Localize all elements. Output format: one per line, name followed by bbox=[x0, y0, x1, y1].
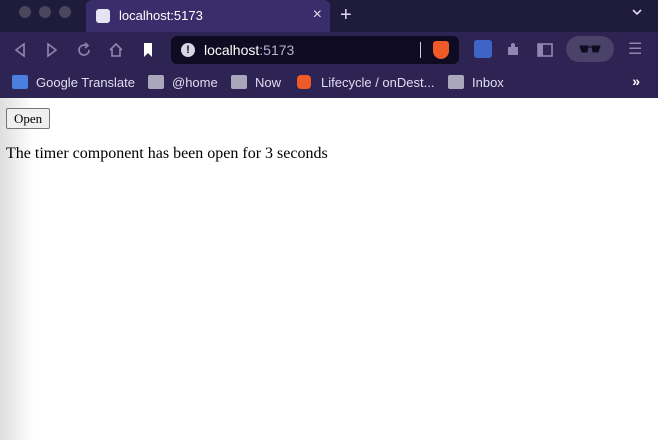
back-icon[interactable] bbox=[10, 40, 30, 60]
bookmark-label: Inbox bbox=[472, 75, 504, 90]
navigation-toolbar: ! localhost:5173 ☰ bbox=[0, 32, 658, 68]
bookmark-home-folder[interactable]: @home bbox=[148, 74, 218, 92]
active-tab[interactable]: localhost:5173 × bbox=[86, 0, 330, 32]
url-port: :5173 bbox=[259, 42, 295, 58]
menu-icon[interactable]: ☰ bbox=[628, 40, 642, 60]
open-button[interactable]: Open bbox=[6, 108, 51, 129]
sidebar-icon[interactable] bbox=[535, 40, 555, 60]
url-divider bbox=[420, 42, 421, 58]
folder-icon bbox=[148, 75, 164, 89]
bookmark-label: @home bbox=[172, 75, 218, 90]
close-window-button[interactable] bbox=[19, 6, 31, 18]
svelte-icon bbox=[96, 9, 110, 23]
close-tab-button[interactable]: × bbox=[313, 6, 322, 24]
tab-title: localhost:5173 bbox=[119, 8, 203, 23]
reload-icon[interactable] bbox=[74, 40, 94, 60]
new-tab-button[interactable]: + bbox=[340, 4, 352, 26]
address-bar[interactable]: ! localhost:5173 bbox=[171, 36, 459, 64]
puzzle-icon[interactable] bbox=[503, 40, 523, 60]
brave-shields-icon[interactable] bbox=[433, 41, 449, 59]
bookmark-google-translate[interactable]: Google Translate bbox=[12, 74, 136, 92]
chevron-down-icon[interactable] bbox=[632, 7, 642, 17]
incognito-glasses-icon bbox=[579, 45, 601, 53]
svelte-icon bbox=[297, 75, 311, 89]
bookmark-label: Now bbox=[255, 75, 282, 90]
page-content: Open The timer component has been open f… bbox=[0, 98, 658, 440]
folder-icon bbox=[231, 75, 247, 89]
zoom-window-button[interactable] bbox=[59, 6, 71, 18]
tab-strip: localhost:5173 × + bbox=[0, 0, 658, 32]
minimize-window-button[interactable] bbox=[39, 6, 51, 18]
folder-icon bbox=[448, 75, 464, 89]
timer-message: The timer component has been open for 3 … bbox=[6, 145, 328, 162]
bookmark-inbox-folder[interactable]: Inbox bbox=[448, 74, 508, 92]
url-text[interactable]: localhost:5173 bbox=[204, 42, 294, 58]
site-info-icon[interactable]: ! bbox=[181, 43, 195, 57]
bookmark-lifecycle[interactable]: Lifecycle / onDest... bbox=[297, 74, 437, 92]
extension-icon[interactable] bbox=[474, 40, 492, 58]
bookmarks-bar: Google Translate @home Now Lifecycle / o… bbox=[0, 68, 658, 98]
bookmarks-overflow-button[interactable]: » bbox=[632, 73, 640, 89]
url-host: localhost bbox=[204, 42, 260, 58]
private-window-indicator[interactable] bbox=[566, 36, 614, 62]
home-icon[interactable] bbox=[106, 40, 126, 60]
bookmark-now-folder[interactable]: Now bbox=[231, 74, 287, 92]
google-translate-icon bbox=[12, 75, 28, 89]
bookmark-icon[interactable] bbox=[138, 40, 158, 60]
bookmark-label: Lifecycle / onDest... bbox=[321, 75, 435, 90]
forward-icon[interactable] bbox=[42, 40, 62, 60]
bookmark-label: Google Translate bbox=[36, 75, 136, 90]
